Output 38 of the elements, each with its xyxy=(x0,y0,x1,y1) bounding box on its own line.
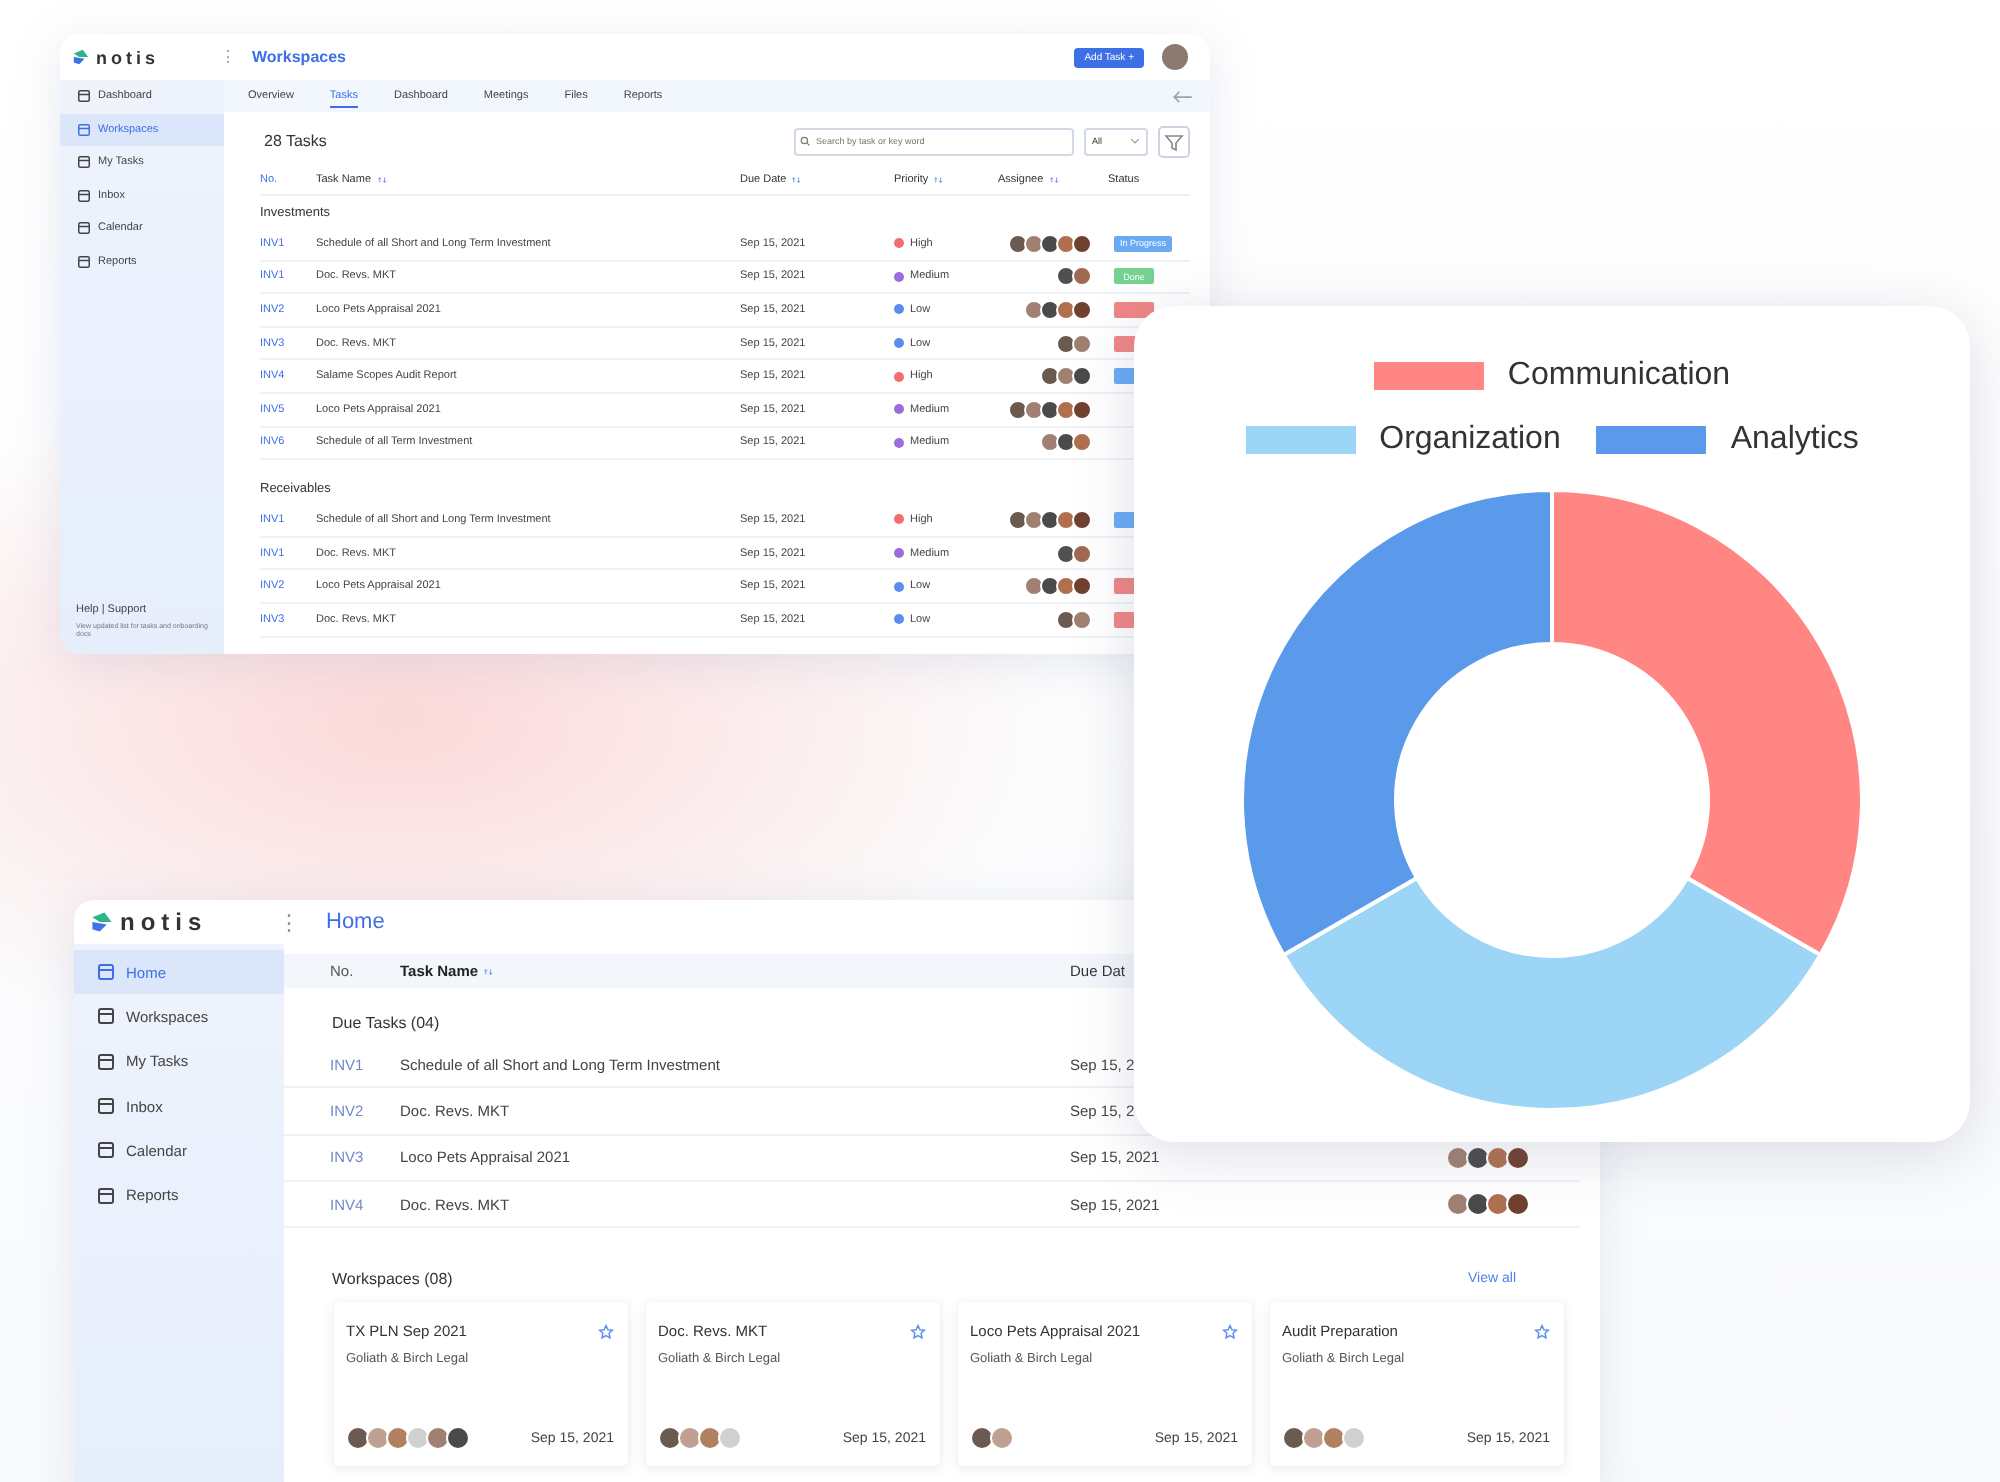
window-icon xyxy=(98,1187,114,1204)
window-icon xyxy=(78,123,90,136)
page-title: Home xyxy=(326,910,387,934)
sort-icon[interactable] xyxy=(1049,176,1060,184)
window-icon xyxy=(98,1098,114,1115)
task-count: 28 Tasks xyxy=(262,132,329,150)
window-icon xyxy=(78,222,90,235)
star-icon[interactable] xyxy=(1222,1323,1238,1340)
star-icon[interactable] xyxy=(598,1323,614,1340)
window-icon xyxy=(78,189,90,202)
filter-icon[interactable] xyxy=(1158,125,1190,157)
window-icon xyxy=(78,90,90,103)
legend-label: Analytics xyxy=(1730,422,1859,458)
window-icon xyxy=(78,255,90,268)
chevron-icon xyxy=(1130,138,1140,144)
logo-text: notis xyxy=(96,47,159,67)
logo-icon xyxy=(72,48,90,66)
window-icon xyxy=(98,1008,114,1025)
back-arrow-icon[interactable] xyxy=(1172,89,1194,103)
page-title: Workspaces xyxy=(252,48,348,66)
window-icon xyxy=(98,964,114,981)
star-icon[interactable] xyxy=(910,1323,926,1340)
legend-label: Organization xyxy=(1379,422,1561,458)
window-icon xyxy=(78,156,90,169)
sort-icon[interactable] xyxy=(792,176,803,184)
section-title: Workspaces (08) xyxy=(332,1269,453,1288)
sort-icon[interactable] xyxy=(484,967,495,975)
window-icon xyxy=(98,1142,114,1159)
sort-icon[interactable] xyxy=(934,176,945,184)
logo-text: notis xyxy=(120,908,208,936)
window-icon xyxy=(98,1053,114,1070)
legend-label: Communication xyxy=(1507,358,1731,394)
section-title: Due Tasks (04) xyxy=(332,1012,442,1036)
sort-icon[interactable] xyxy=(377,176,388,184)
logo-icon xyxy=(90,910,114,934)
star-icon[interactable] xyxy=(1534,1323,1550,1340)
search-icon xyxy=(800,136,810,146)
user-avatar[interactable] xyxy=(1160,42,1190,72)
